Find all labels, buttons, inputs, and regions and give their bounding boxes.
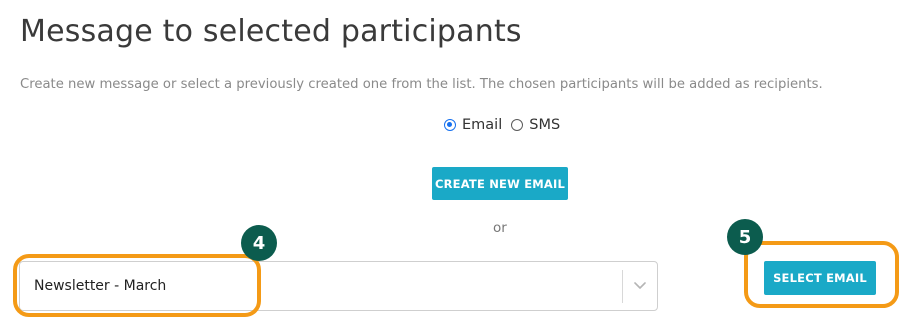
email-select-dropdown[interactable]: Newsletter - March [19,261,658,311]
email-radio-button[interactable] [444,119,456,131]
sms-radio-button[interactable] [511,119,524,131]
sms-radio-option[interactable]: SMS [511,117,560,133]
page-description: Create new message or select a previousl… [20,77,823,92]
or-separator: or [493,220,507,236]
sms-radio-label: SMS [529,117,561,133]
create-new-email-button[interactable]: CREATE NEW EMAIL [432,167,568,200]
chevron-down-icon[interactable] [632,277,648,293]
select-divider [622,270,623,303]
email-select-value: Newsletter - March [34,278,167,294]
page-title: Message to selected participants [20,14,522,49]
email-radio-label: Email [462,117,503,133]
email-radio-option[interactable]: Email [444,117,502,133]
message-type-radio-group: Email SMS [444,117,560,133]
step-badge-4: 4 [241,225,277,261]
select-email-button[interactable]: SELECT EMAIL [764,261,876,295]
step-badge-5: 5 [727,219,763,255]
